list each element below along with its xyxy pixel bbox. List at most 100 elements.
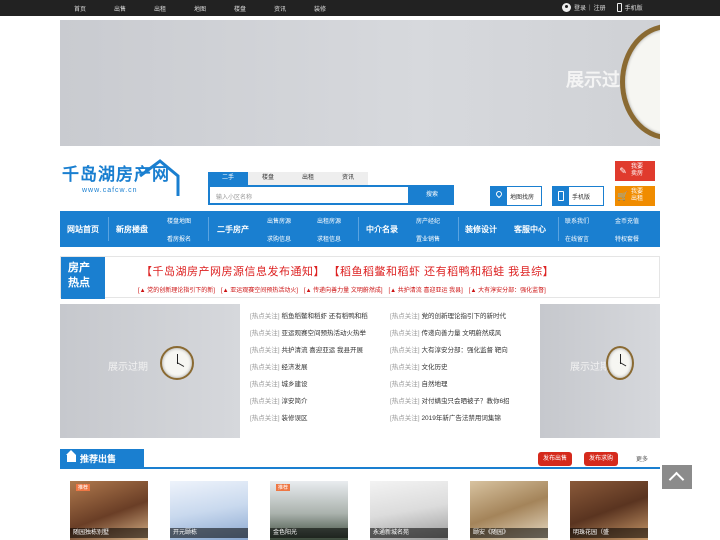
top-nav-deco[interactable]: 装修 (314, 4, 354, 13)
nav-decoration[interactable]: 装修设计 (465, 224, 497, 235)
mobile-link[interactable]: 手机版 (625, 3, 643, 12)
news-title: 自然地理 (421, 381, 448, 388)
tab-rent[interactable]: 出租 (288, 172, 328, 185)
house-roof-icon (139, 159, 180, 196)
top-nav-news[interactable]: 资讯 (274, 4, 314, 13)
tab-second[interactable]: 二手 (208, 172, 248, 185)
notice-title[interactable]: 【千岛湖房产网房源信息发布通知】 【稻鱼稻鳖和稻虾 还有稻鸭和稻蛙 我县综】 (141, 263, 554, 279)
back-to-top-button[interactable] (662, 465, 692, 489)
top-nav-sale[interactable]: 出售 (114, 4, 154, 13)
nav-want-rent[interactable]: 求租信息 (317, 234, 341, 243)
more-link[interactable]: 更多 (636, 454, 648, 463)
property-card[interactable]: 开元颐栋 (170, 481, 248, 540)
news-title: 城乡建设 (281, 381, 308, 388)
nav-message[interactable]: 在线留言 (565, 234, 589, 243)
tab-estate[interactable]: 楼盘 (248, 172, 288, 185)
news-tag: [热点关注] (390, 347, 420, 354)
sell-house-button[interactable]: ✎ 我要卖房 (615, 161, 655, 181)
notice-link[interactable]: [▲ 大有淳安分部：强化监督] (469, 285, 546, 294)
map-search-button[interactable]: 地图找房 (490, 186, 542, 206)
nav-packages[interactable]: 特权套餐 (615, 234, 639, 243)
nav-home[interactable]: 网站首页 (67, 224, 99, 235)
top-nav-home[interactable]: 首页 (74, 4, 114, 13)
news-column-1: [热点关注] 稻鱼稻鳖和稻虾 还有稻鸭和稻 [热点关注] 亚运观赛空间预热活动火… (250, 308, 368, 427)
mobile-icon-box (553, 187, 569, 205)
login-link[interactable]: 登录 (574, 3, 586, 12)
notice-link[interactable]: [▲ 共护清流 喜迎亚运 我县] (389, 285, 463, 294)
list-item[interactable]: [热点关注] 共护清流 喜迎亚运 我县开展 (250, 342, 368, 359)
publish-sale-button[interactable]: 发布出售 (538, 452, 573, 466)
publish-buy-button[interactable]: 发布求购 (584, 452, 619, 466)
property-caption: 随园独栋别墅 (70, 528, 148, 538)
pane-expired-text: 展示过期 (108, 362, 148, 373)
news-title: 亚运观赛空间预热活动火热举 (281, 330, 366, 337)
nav-newhouse[interactable]: 新房楼盘 (116, 224, 148, 235)
ad-pane-left[interactable]: 展示过期 (60, 304, 240, 438)
property-caption: 颐安《随园》 (470, 528, 548, 538)
map-pin-icon (494, 189, 504, 199)
hot-tag-line2: 热点 (68, 277, 90, 289)
nav-viewing-signup[interactable]: 看房报名 (167, 234, 191, 243)
nav-sales[interactable]: 置业销售 (416, 234, 440, 243)
property-card[interactable]: 颐安《随园》 (470, 481, 548, 540)
news-column-2: [热点关注] 党的创新理论指引下的新时代 [热点关注] 传递向善力量 文明蔚然成… (390, 308, 510, 427)
list-item[interactable]: [热点关注] 淳安简介 (250, 393, 368, 410)
property-card[interactable]: 永通新城名苑 (370, 481, 448, 540)
ad-pane-right[interactable]: 展示过期 (540, 304, 660, 438)
list-item[interactable]: [热点关注] 文化历史 (390, 359, 510, 376)
news-title: 对付螨虫只会晒被子？教你6招 (421, 398, 510, 405)
list-item[interactable]: [热点关注] 2019年新广告法禁用词集锦 (390, 410, 510, 427)
nav-divider (108, 217, 109, 241)
ad-banner[interactable]: 展示过期 (60, 20, 660, 146)
top-nav-estate[interactable]: 楼盘 (234, 4, 274, 13)
mobile-version-button[interactable]: 手机版 (552, 186, 604, 206)
list-item[interactable]: [热点关注] 稻鱼稻鳖和稻虾 还有稻鸭和稻 (250, 308, 368, 325)
notice-link[interactable]: [▲ 亚运观赛空间预热活动火] (221, 285, 298, 294)
list-item[interactable]: [热点关注] 经济发展 (250, 359, 368, 376)
user-icon (562, 3, 571, 12)
nav-agents[interactable]: 中介名录 (366, 224, 398, 235)
rent-out-button[interactable]: 🛒 我要出租 (615, 186, 655, 206)
nav-sale-listings[interactable]: 出售房源 (267, 216, 291, 225)
mobile-version-label: 手机版 (572, 194, 591, 201)
register-link[interactable]: 注册 (594, 3, 606, 12)
list-item[interactable]: [热点关注] 党的创新理论指引下的新时代 (390, 308, 510, 325)
list-item[interactable]: [热点关注] 城乡建设 (250, 376, 368, 393)
nav-contact[interactable]: 联系我们 (565, 216, 589, 225)
list-item[interactable]: [热点关注] 装修误区 (250, 410, 368, 427)
nav-divider (358, 217, 359, 241)
rent-out-label: 我要出租 (631, 189, 644, 202)
property-card[interactable]: 推荐 随园独栋别墅 (70, 481, 148, 540)
section-title: 推荐出售 (80, 454, 117, 464)
list-item[interactable]: [热点关注] 亚运观赛空间预热活动火热举 (250, 325, 368, 342)
tab-news[interactable]: 资讯 (328, 172, 368, 185)
hot-tag: 房产 热点 (61, 257, 105, 299)
news-title: 共护清流 喜迎亚运 我县开展 (281, 347, 364, 354)
search-button[interactable]: 搜索 (410, 185, 454, 205)
notice-link[interactable]: [▲ 传递向善力量 文明蔚然成] (304, 285, 383, 294)
search-tabs: 二手 楼盘 出租 资讯 (208, 172, 368, 185)
sell-house-label: 我要卖房 (631, 164, 644, 177)
property-card[interactable]: 明珠花园（盛 (570, 481, 648, 540)
nav-service[interactable]: 客服中心 (514, 224, 546, 235)
nav-estate-map[interactable]: 楼盘地图 (167, 216, 191, 225)
section-title-box: 推荐出售 (60, 449, 144, 469)
property-caption: 金色阳光 (270, 528, 348, 538)
nav-want-buy[interactable]: 求购信息 (267, 234, 291, 243)
list-item[interactable]: [热点关注] 大有淳安分部：强化监督 靶向 (390, 342, 510, 359)
property-card[interactable]: 推荐 金色阳光 (270, 481, 348, 540)
nav-second[interactable]: 二手房产 (217, 224, 249, 235)
nav-brokers[interactable]: 房产经纪 (416, 216, 440, 225)
cart-icon: 🛒 (617, 190, 629, 201)
top-nav-rent[interactable]: 出租 (154, 4, 194, 13)
nav-rent-listings[interactable]: 出租房源 (317, 216, 341, 225)
top-nav-map[interactable]: 地图 (194, 4, 234, 13)
news-title: 经济发展 (281, 364, 308, 371)
list-item[interactable]: [热点关注] 自然地理 (390, 376, 510, 393)
list-item[interactable]: [热点关注] 传递向善力量 文明蔚然成风 (390, 325, 510, 342)
clock-icon (606, 346, 634, 380)
search-input[interactable]: 输入小区名称 (208, 185, 410, 205)
list-item[interactable]: [热点关注] 对付螨虫只会晒被子？教你6招 (390, 393, 510, 410)
nav-recharge[interactable]: 金币充值 (615, 216, 639, 225)
notice-link[interactable]: [▲ 党的创新理论指引下的新] (138, 285, 215, 294)
